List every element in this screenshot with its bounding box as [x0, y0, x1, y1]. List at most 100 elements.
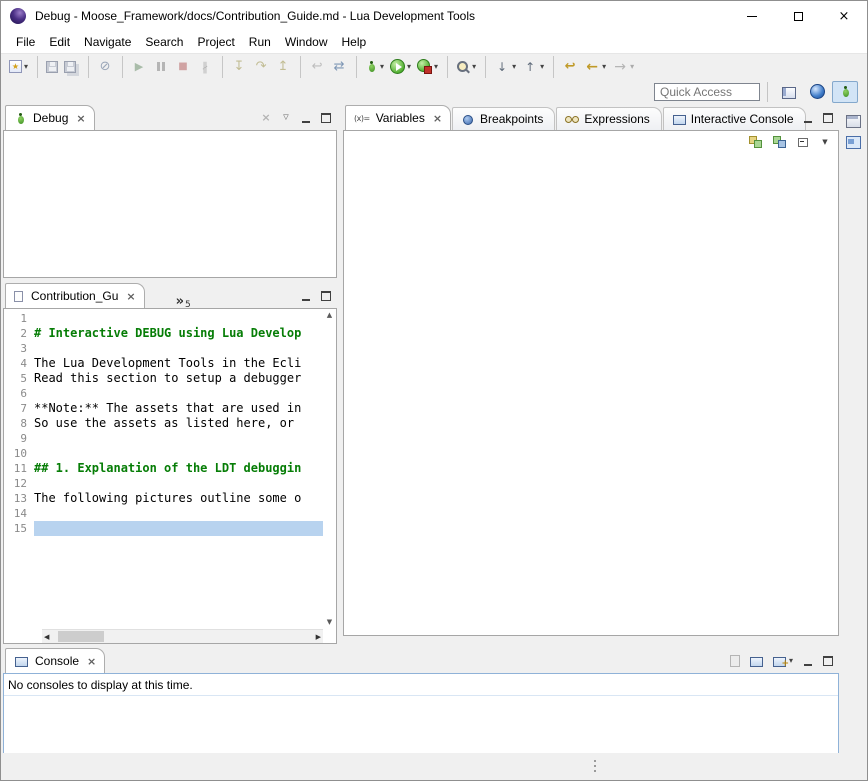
new-wizard-button[interactable]: ★ ▾ — [7, 56, 30, 78]
scroll-right-icon[interactable]: ▶ — [316, 633, 321, 641]
quick-access-input[interactable] — [654, 83, 760, 101]
debug-button[interactable]: ▾ — [356, 56, 386, 78]
step-into-button: ↧ — [222, 56, 249, 78]
menu-search[interactable]: Search — [138, 33, 190, 51]
tab-breakpoints[interactable]: Breakpoints — [452, 107, 555, 130]
variables-view-menu[interactable]: ▼ — [820, 136, 830, 149]
debug-perspective-button[interactable] — [832, 81, 858, 103]
line-number[interactable]: 8 — [4, 416, 34, 431]
maximize-debug-view[interactable] — [321, 111, 331, 124]
debug-view-menu[interactable]: ▽ — [281, 111, 291, 124]
back-button[interactable]: ← ▾ — [582, 56, 608, 78]
tab-debug[interactable]: Debug × — [5, 105, 95, 130]
scroll-down-icon[interactable]: ▼ — [327, 619, 332, 626]
scroll-left-icon[interactable]: ◀ — [44, 633, 49, 641]
use-step-filters-button[interactable]: ⇄ — [329, 56, 349, 78]
disconnect-button-icon: ∦ — [197, 59, 213, 75]
line-number[interactable]: 13 — [4, 491, 34, 506]
editor-line[interactable]: 13 The following pictures outline some o — [4, 491, 323, 506]
line-number[interactable]: 6 — [4, 386, 34, 401]
editor-line[interactable]: 2 # Interactive DEBUG using Lua Develop — [4, 326, 323, 341]
editor-body: 1 2 # Interactive DEBUG using Lua Develo… — [3, 308, 337, 644]
line-number[interactable]: 10 — [4, 446, 34, 461]
editor-line[interactable]: 4 The Lua Development Tools in the Ecli — [4, 356, 323, 371]
run-button[interactable]: ▾ — [388, 56, 413, 78]
close-tab-icon[interactable]: × — [76, 113, 85, 124]
last-edit-location-button[interactable]: ↩ — [553, 56, 580, 78]
lua-perspective-button[interactable] — [804, 81, 830, 103]
collapse-all[interactable] — [797, 136, 809, 148]
close-window-button[interactable]: × — [821, 1, 867, 31]
scroll-up-icon[interactable]: ▲ — [327, 312, 332, 319]
close-tab-icon[interactable]: × — [433, 113, 442, 124]
dropdown-arrow-icon: ▾ — [630, 62, 634, 71]
tab-contribution-guide[interactable]: Contribution_Gu × — [5, 283, 145, 308]
editor-line[interactable]: 3 — [4, 341, 323, 356]
maximize-window-button[interactable] — [775, 1, 821, 31]
line-number[interactable]: 4 — [4, 356, 34, 371]
display-selected-console[interactable] — [750, 655, 763, 667]
menu-navigate[interactable]: Navigate — [77, 33, 138, 51]
editor-line[interactable]: 5 Read this section to setup a debugger — [4, 371, 323, 386]
menu-project[interactable]: Project — [190, 33, 241, 51]
search-button[interactable]: ▾ — [447, 56, 478, 78]
maximize-console-view[interactable] — [823, 654, 833, 667]
editor-horizontal-scrollbar[interactable]: ◀ ▶ — [42, 629, 323, 643]
maximize-editor-area[interactable] — [321, 289, 331, 302]
line-number[interactable]: 3 — [4, 341, 34, 356]
minimize-variables-view-icon — [803, 111, 813, 124]
open-console[interactable]: ▾ — [773, 655, 793, 667]
editor-line[interactable]: 15 — [4, 521, 323, 536]
editor-vertical-scrollbar[interactable]: ▲ ▼ — [323, 309, 336, 629]
scrollbar-thumb[interactable] — [58, 631, 104, 642]
editor-line[interactable]: 14 — [4, 506, 323, 521]
editor-line[interactable]: 1 — [4, 311, 323, 326]
minimize-window-button[interactable] — [729, 1, 775, 31]
minimized-view-bar-2[interactable] — [846, 136, 860, 148]
close-tab-icon[interactable]: × — [126, 291, 135, 302]
minimize-editor-area[interactable] — [301, 289, 311, 302]
editor-line[interactable]: 11 ## 1. Explanation of the LDT debuggin — [4, 461, 323, 476]
minimize-console-view[interactable] — [803, 654, 813, 667]
hidden-editors-chevron[interactable]: » 5 — [170, 286, 197, 308]
minimize-variables-view[interactable] — [803, 111, 813, 124]
open-perspective-button[interactable] — [776, 81, 802, 103]
editor-line[interactable]: 10 — [4, 446, 323, 461]
menu-run[interactable]: Run — [242, 33, 278, 51]
line-number[interactable]: 9 — [4, 431, 34, 446]
line-number[interactable]: 12 — [4, 476, 34, 491]
tab-console[interactable]: Console × — [5, 648, 105, 673]
editor-line[interactable]: 6 — [4, 386, 323, 401]
dropdown-arrow-icon: ▾ — [540, 62, 544, 71]
tab-label: Console — [35, 654, 79, 668]
line-number[interactable]: 7 — [4, 401, 34, 416]
minimize-debug-view[interactable] — [301, 111, 311, 124]
maximize-variables-view[interactable] — [823, 111, 833, 124]
editor-line[interactable]: 7 **Note:** The assets that are used in — [4, 401, 323, 416]
menu-help[interactable]: Help — [335, 33, 374, 51]
show-logical-structures[interactable] — [773, 136, 786, 148]
line-number[interactable]: 11 — [4, 461, 34, 476]
show-type-names[interactable] — [749, 136, 762, 148]
statusbar-grip[interactable] — [594, 760, 596, 762]
line-number[interactable]: 14 — [4, 506, 34, 521]
editor-code-area[interactable]: 1 2 # Interactive DEBUG using Lua Develo… — [4, 309, 323, 629]
line-number[interactable]: 5 — [4, 371, 34, 386]
tab-variables[interactable]: (x)= Variables × — [345, 105, 451, 130]
menu-window[interactable]: Window — [278, 33, 335, 51]
tab-interactive-console[interactable]: Interactive Console — [663, 107, 806, 130]
line-number[interactable]: 15 — [4, 521, 34, 536]
external-tools-button[interactable]: ▾ — [415, 56, 440, 78]
menu-file[interactable]: File — [9, 33, 42, 51]
line-number[interactable]: 1 — [4, 311, 34, 326]
line-number[interactable]: 2 — [4, 326, 34, 341]
previous-annotation-button[interactable]: ↑ ▾ — [520, 56, 546, 78]
editor-line[interactable]: 12 — [4, 476, 323, 491]
next-annotation-button[interactable]: ↓ ▾ — [485, 56, 518, 78]
tab-expressions[interactable]: Expressions — [556, 107, 661, 130]
close-tab-icon[interactable]: × — [87, 656, 96, 667]
editor-line[interactable]: 9 — [4, 431, 323, 446]
editor-line[interactable]: 8 So use the assets as listed here, or — [4, 416, 323, 431]
menu-edit[interactable]: Edit — [42, 33, 77, 51]
minimized-view-bar-1[interactable] — [846, 115, 860, 127]
